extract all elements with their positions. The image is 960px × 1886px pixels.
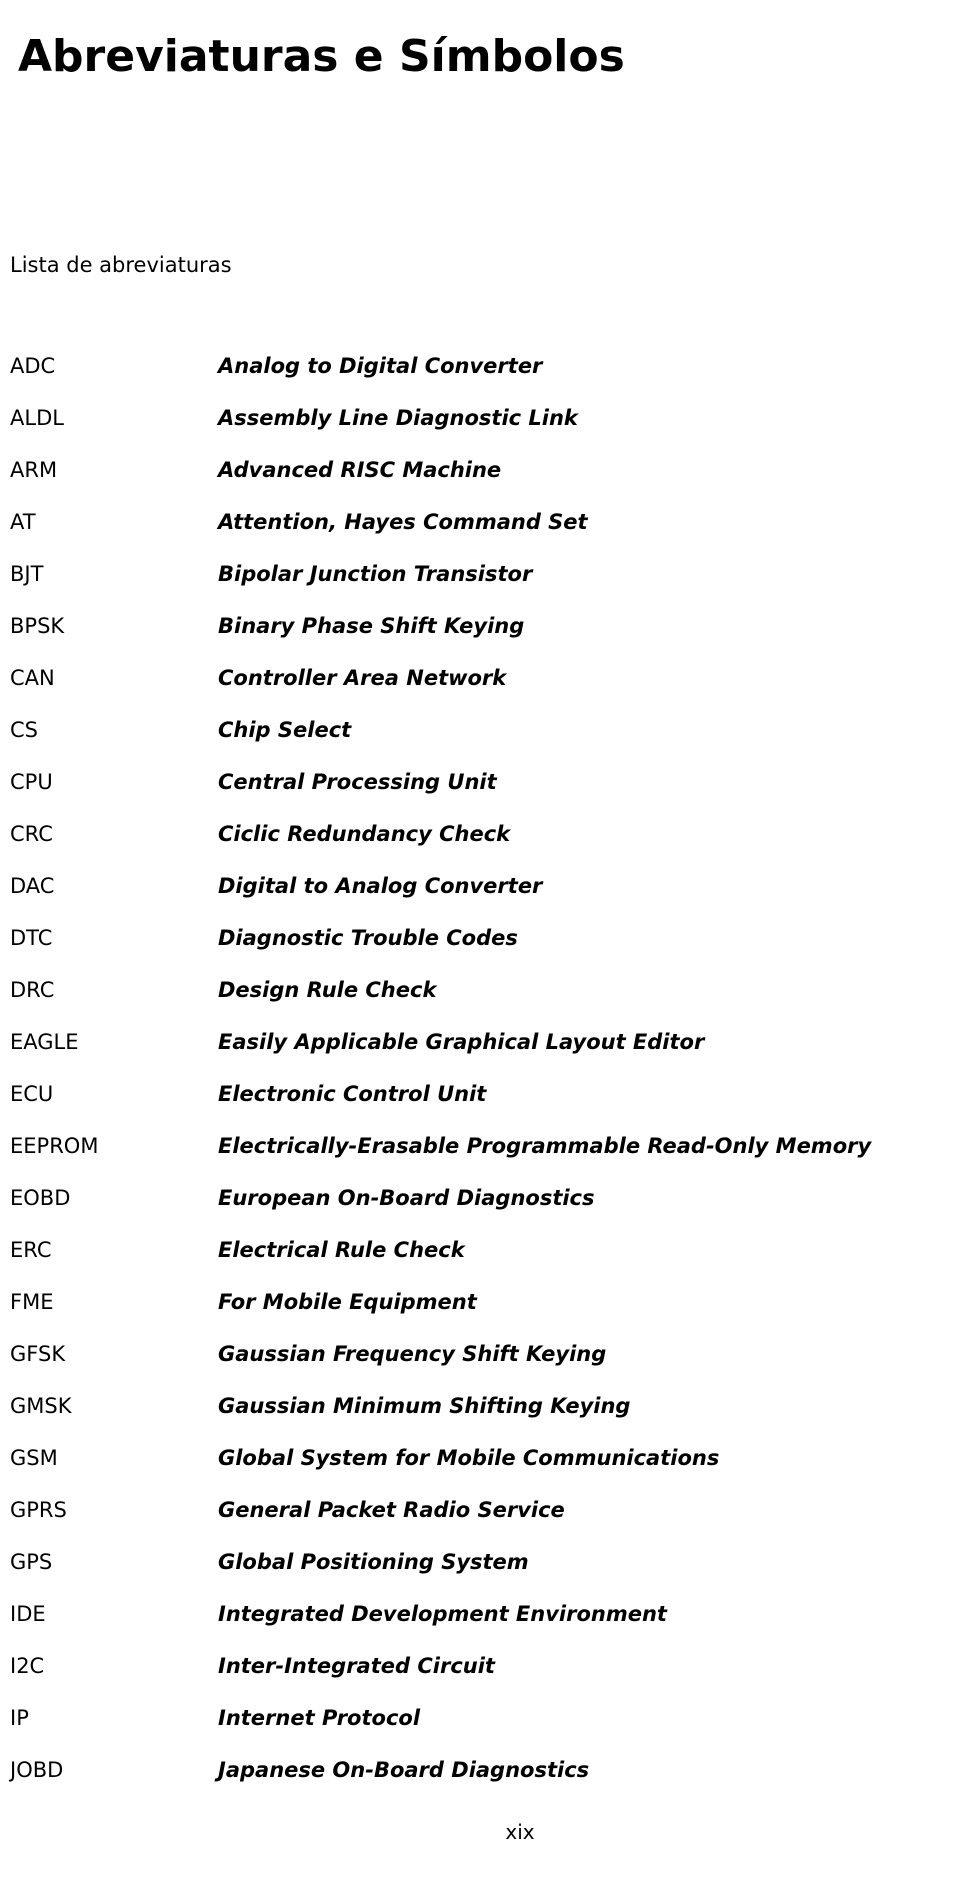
- table-row: GPS Global Positioning System: [10, 1536, 950, 1588]
- abbreviation-term: EAGLE: [10, 1030, 79, 1054]
- table-row: EAGLE Easily Applicable Graphical Layout …: [10, 1016, 950, 1068]
- abbreviation-term: ECU: [10, 1082, 54, 1106]
- abbreviation-definition: Integrated Development Environment: [218, 1602, 667, 1626]
- table-row: ERC Electrical Rule Check: [10, 1224, 950, 1276]
- abbreviation-definition: Electrical Rule Check: [218, 1238, 465, 1262]
- abbreviation-term: GSM: [10, 1446, 58, 1470]
- table-row: BPSK Binary Phase Shift Keying: [10, 600, 950, 652]
- table-row: CRC Ciclic Redundancy Check: [10, 808, 950, 860]
- abbreviation-definition: Ciclic Redundancy Check: [218, 822, 511, 846]
- table-row: EEPROM Electrically-Erasable Programmable…: [10, 1120, 950, 1172]
- table-row: CS Chip Select: [10, 704, 950, 756]
- table-row: GFSK Gaussian Frequency Shift Keying: [10, 1328, 950, 1380]
- page-number-value: xix: [505, 1820, 535, 1844]
- table-row: ALDL Assembly Line Diagnostic Link: [10, 392, 950, 444]
- abbreviation-term: I2C: [10, 1654, 45, 1678]
- section-heading: Lista de abreviaturas: [10, 253, 232, 277]
- table-row: EOBD European On-Board Diagnostics: [10, 1172, 950, 1224]
- abbreviation-definition: General Packet Radio Service: [218, 1498, 565, 1522]
- abbreviation-term: BJT: [10, 562, 44, 586]
- abbreviation-definition: Japanese On-Board Diagnostics: [218, 1758, 590, 1782]
- abbreviation-term: IP: [10, 1706, 29, 1730]
- abbreviation-definition: Bipolar Junction Transistor: [218, 562, 533, 586]
- abbreviation-term: GFSK: [10, 1342, 66, 1366]
- abbreviation-definition: Controller Area Network: [218, 666, 507, 690]
- abbreviation-definition: Chip Select: [218, 718, 352, 742]
- abbreviation-definition: Diagnostic Trouble Codes: [218, 926, 518, 950]
- abbreviation-term: ADC: [10, 354, 56, 378]
- abbreviations-table-body: ADC Analog to Digital Converter ALDL Assemb…: [10, 340, 950, 1796]
- abbreviation-definition: Analog to Digital Converter: [218, 354, 543, 378]
- page-number: xix: [0, 1820, 960, 1844]
- table-row: I2C Inter-Integrated Circuit: [10, 1640, 950, 1692]
- abbreviation-term: CS: [10, 718, 38, 742]
- abbreviation-term: CAN: [10, 666, 55, 690]
- abbreviation-term: DTC: [10, 926, 53, 950]
- abbreviation-term: GMSK: [10, 1394, 72, 1418]
- table-row: CPU Central Processing Unit: [10, 756, 950, 808]
- abbreviation-term: JOBD: [10, 1758, 64, 1782]
- abbreviation-term: ALDL: [10, 406, 64, 430]
- abbreviation-definition: Assembly Line Diagnostic Link: [218, 406, 578, 430]
- table-row: BJT Bipolar Junction Transistor: [10, 548, 950, 600]
- abbreviation-term: GPS: [10, 1550, 53, 1574]
- table-row: GPRS General Packet Radio Service: [10, 1484, 950, 1536]
- abbreviation-definition: Attention, Hayes Command Set: [218, 510, 588, 534]
- abbreviation-term: BPSK: [10, 614, 65, 638]
- abbreviation-definition: Global System for Mobile Communications: [218, 1446, 720, 1470]
- abbreviation-term: DAC: [10, 874, 55, 898]
- abbreviation-definition: Internet Protocol: [218, 1706, 421, 1730]
- abbreviation-definition: Inter-Integrated Circuit: [218, 1654, 495, 1678]
- abbreviation-term: GPRS: [10, 1498, 67, 1522]
- abbreviation-definition: Digital to Analog Converter: [218, 874, 543, 898]
- table-row: GMSK Gaussian Minimum Shifting Keying: [10, 1380, 950, 1432]
- abbreviation-term: CRC: [10, 822, 53, 846]
- table-row: DRC Design Rule Check: [10, 964, 950, 1016]
- table-row: FME For Mobile Equipment: [10, 1276, 950, 1328]
- table-row: DTC Diagnostic Trouble Codes: [10, 912, 950, 964]
- page-title: Abreviaturas e Símbolos: [18, 31, 625, 83]
- abbreviation-term: EOBD: [10, 1186, 71, 1210]
- abbreviation-definition: Electronic Control Unit: [218, 1082, 487, 1106]
- table-row: DAC Digital to Analog Converter: [10, 860, 950, 912]
- abbreviation-definition: Gaussian Frequency Shift Keying: [218, 1342, 607, 1366]
- abbreviation-term: FME: [10, 1290, 54, 1314]
- abbreviation-definition: European On-Board Diagnostics: [218, 1186, 595, 1210]
- abbreviation-definition: Binary Phase Shift Keying: [218, 614, 525, 638]
- abbreviation-definition: Advanced RISC Machine: [218, 458, 502, 482]
- table-row: ARM Advanced RISC Machine: [10, 444, 950, 496]
- abbreviation-definition: Central Processing Unit: [218, 770, 497, 794]
- table-row: JOBD Japanese On-Board Diagnostics: [10, 1744, 950, 1796]
- abbreviation-term: IDE: [10, 1602, 46, 1626]
- abbreviation-definition: Easily Applicable Graphical Layout Edito…: [218, 1030, 705, 1054]
- abbreviation-term: EEPROM: [10, 1134, 99, 1158]
- abbreviations-table: ADC Analog to Digital Converter ALDL Assemb…: [10, 340, 950, 1796]
- abbreviation-term: AT: [10, 510, 36, 534]
- abbreviation-definition: Electrically-Erasable Programmable Read-…: [218, 1134, 872, 1158]
- table-row: IDE Integrated Development Environment: [10, 1588, 950, 1640]
- abbreviation-term: DRC: [10, 978, 55, 1002]
- abbreviation-term: CPU: [10, 770, 53, 794]
- abbreviation-definition: Global Positioning System: [218, 1550, 529, 1574]
- abbreviation-definition: Gaussian Minimum Shifting Keying: [218, 1394, 631, 1418]
- table-row: ADC Analog to Digital Converter: [10, 340, 950, 392]
- abbreviation-definition: For Mobile Equipment: [218, 1290, 477, 1314]
- abbreviation-term: ERC: [10, 1238, 52, 1262]
- table-row: AT Attention, Hayes Command Set: [10, 496, 950, 548]
- table-row: ECU Electronic Control Unit: [10, 1068, 950, 1120]
- table-row: GSM Global System for Mobile Communicatio…: [10, 1432, 950, 1484]
- table-row: CAN Controller Area Network: [10, 652, 950, 704]
- table-row: IP Internet Protocol: [10, 1692, 950, 1744]
- document-page: Abreviaturas e Símbolos Lista de abrevia…: [0, 0, 960, 1886]
- abbreviation-definition: Design Rule Check: [218, 978, 437, 1002]
- abbreviation-term: ARM: [10, 458, 58, 482]
